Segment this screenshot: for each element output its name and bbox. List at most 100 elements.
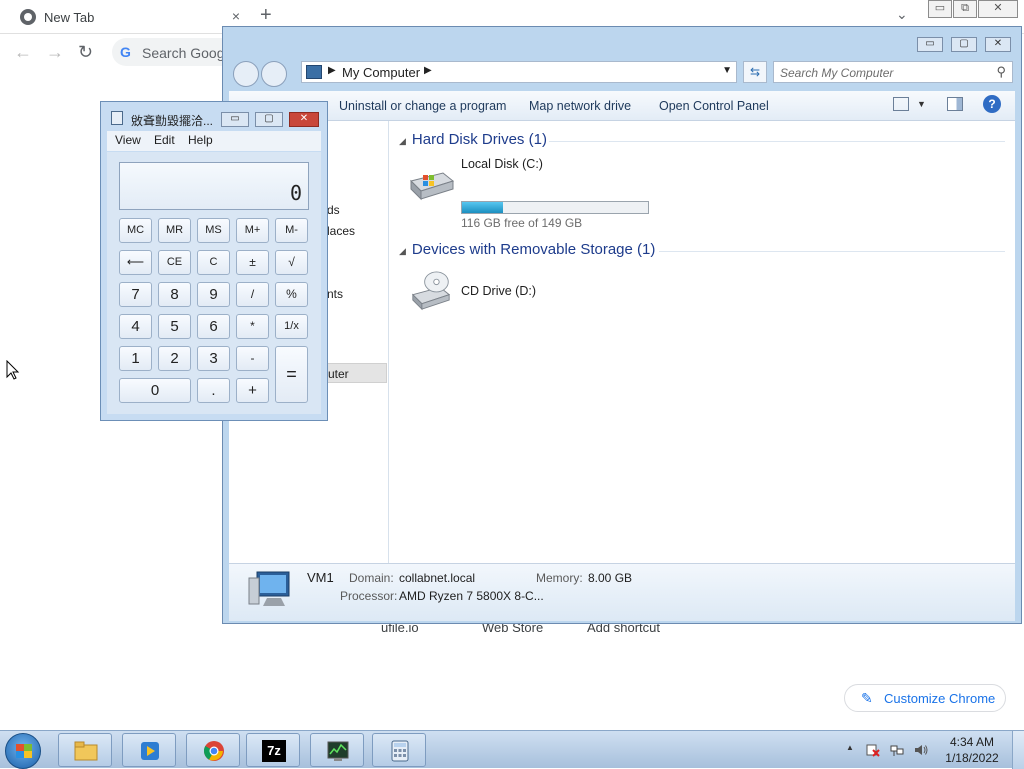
key-sqrt[interactable]: √ [275,250,308,275]
key-plus-minus[interactable]: ± [236,250,269,275]
key-5[interactable]: 5 [158,314,191,339]
calc-close-button[interactable]: ✕ [289,112,319,127]
volume-icon[interactable] [914,743,928,757]
breadcrumb-my-computer[interactable]: My Computer [342,65,420,80]
back-button[interactable] [233,61,259,87]
taskbar-file-explorer[interactable] [58,733,112,767]
explorer-close-button[interactable]: ✕ [985,37,1011,52]
google-icon: G [120,44,131,60]
back-button[interactable]: ← [14,42,32,63]
explorer-window: ▭ ▢ ✕ ▶ My Computer ▶ ▼ ⇆ Search My Comp… [222,26,1022,624]
omnibox-text: Search Goog [142,45,225,61]
chrome-restore-button[interactable]: ⧉ [953,0,977,18]
key-subtract[interactable]: - [236,346,269,371]
task-manager-icon [327,741,349,761]
chrome-close-button[interactable]: ✕ [978,0,1018,18]
nav-item-downloads[interactable]: ds [327,203,340,217]
chrome-minimize-button[interactable]: ▭ [928,0,952,18]
chrome-tab-new-tab[interactable]: New Tab × [10,2,246,32]
show-hidden-icons-icon[interactable]: ▲ [846,743,854,752]
search-input[interactable]: Search My Computer ⚲ [773,61,1013,83]
nav-item-recent-places[interactable]: laces [327,224,355,238]
key-mr[interactable]: MR [158,218,191,243]
key-0[interactable]: 0 [119,378,191,403]
drive-cd-d[interactable]: CD Drive (D:) [407,271,557,319]
menu-help[interactable]: Help [188,133,213,147]
taskbar-chrome[interactable] [186,733,240,767]
uninstall-program-button[interactable]: Uninstall or change a program [339,99,506,113]
group-header-hard-disk[interactable]: ◢ Hard Disk Drives (1) [399,131,547,148]
view-dropdown-icon[interactable]: ▼ [917,99,926,109]
calc-display-value: 0 [289,181,302,205]
key-2[interactable]: 2 [158,346,191,371]
tab-search-icon[interactable]: ⌄ [896,6,908,23]
key-percent[interactable]: % [275,282,308,307]
chrome-favicon-icon [20,9,36,25]
key-7[interactable]: 7 [119,282,152,307]
key-ce[interactable]: CE [158,250,191,275]
network-icon[interactable] [890,743,904,757]
system-clock[interactable]: 4:34 AM 1/18/2022 [940,734,1004,766]
key-6[interactable]: 6 [197,314,230,339]
forward-button[interactable] [261,61,287,87]
map-network-drive-button[interactable]: Map network drive [529,99,631,113]
key-9[interactable]: 9 [197,282,230,307]
menu-view[interactable]: View [115,133,141,147]
taskbar-media-player[interactable] [122,733,176,767]
tab-close-icon[interactable]: × [232,8,240,24]
show-desktop-button[interactable] [1012,731,1024,769]
key-3[interactable]: 3 [197,346,230,371]
preview-pane-icon[interactable] [947,97,963,111]
action-center-icon[interactable] [866,743,880,757]
nav-item-documents[interactable]: nts [327,287,343,301]
breadcrumb-arrow-icon[interactable]: ▶ [424,65,432,76]
key-reciprocal[interactable]: 1/x [275,314,308,339]
taskbar-task-manager[interactable] [310,733,364,767]
forward-button[interactable]: → [46,42,64,63]
windows-logo-icon [16,744,32,758]
key-1[interactable]: 1 [119,346,152,371]
key-ms[interactable]: MS [197,218,230,243]
menu-edit[interactable]: Edit [154,133,175,147]
breadcrumb-arrow-icon[interactable]: ▶ [328,65,336,76]
media-player-icon [141,742,159,760]
open-control-panel-button[interactable]: Open Control Panel [659,99,769,113]
key-mc[interactable]: MC [119,218,152,243]
customize-chrome-label: Customize Chrome [884,691,996,706]
calc-body: 0 MC MR MS M+ M- ⟵ CE C ± √ 7 8 9 / % 4 … [107,152,321,414]
explorer-minimize-button[interactable]: ▭ [917,37,943,52]
pencil-icon: ✎ [861,690,873,706]
cd-drive-icon [411,271,451,311]
key-m-plus[interactable]: M+ [236,218,269,243]
new-tab-button[interactable]: + [260,4,272,27]
address-bar[interactable]: ▶ My Computer ▶ ▼ [301,61,737,83]
change-view-icon[interactable] [893,97,909,111]
7zip-icon: 7z [262,740,286,762]
key-add[interactable]: + [236,378,269,403]
help-icon[interactable]: ? [983,95,1001,113]
taskbar-calculator[interactable] [372,733,426,767]
group-header-removable[interactable]: ◢ Devices with Removable Storage (1) [399,241,655,258]
key-backspace[interactable]: ⟵ [119,250,152,275]
address-dropdown-icon[interactable]: ▼ [722,65,732,76]
reload-button[interactable]: ↻ [78,42,93,63]
calc-maximize-button[interactable]: ▢ [255,112,283,127]
hard-drive-icon [410,172,455,201]
key-8[interactable]: 8 [158,282,191,307]
key-decimal[interactable]: . [197,378,230,403]
taskbar: 7z ▲ 4:34 AM 1/18/2022 [0,730,1024,769]
start-button[interactable] [5,733,41,769]
calc-minimize-button[interactable]: ▭ [221,112,249,127]
taskbar-7zip[interactable]: 7z [246,733,300,767]
explorer-maximize-button[interactable]: ▢ [951,37,977,52]
key-divide[interactable]: / [236,282,269,307]
drive-local-disk-c[interactable]: Local Disk (C:) [407,157,657,205]
customize-chrome-button[interactable]: ✎ Customize Chrome [844,684,1006,712]
key-multiply[interactable]: * [236,314,269,339]
key-c[interactable]: C [197,250,230,275]
mouse-cursor-icon [6,360,20,380]
refresh-button[interactable]: ⇆ [743,61,767,83]
key-m-minus[interactable]: M- [275,218,308,243]
key-4[interactable]: 4 [119,314,152,339]
key-equals[interactable]: = [275,346,308,403]
